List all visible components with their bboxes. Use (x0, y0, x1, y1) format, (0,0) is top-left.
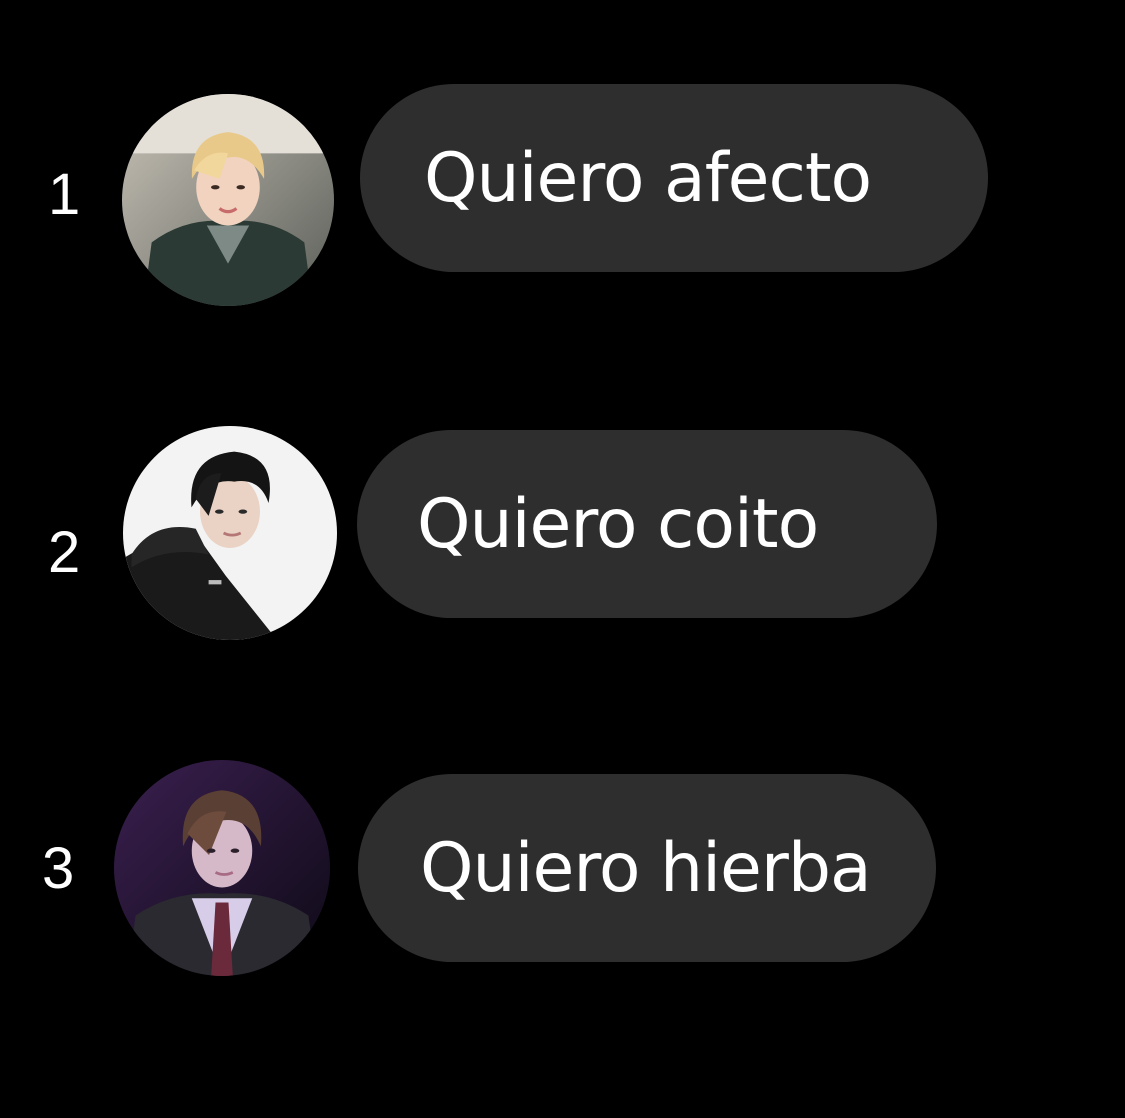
avatar-image (114, 760, 330, 976)
avatar (122, 94, 334, 306)
suggestion-number: 1 (48, 162, 81, 227)
avatar-image (122, 94, 334, 306)
suggestion-number: 3 (42, 836, 75, 901)
suggestion-bubble[interactable]: Quiero coito (357, 430, 937, 618)
avatar (114, 760, 330, 976)
suggestion-bubble[interactable]: Quiero afecto (360, 84, 988, 272)
suggestion-number: 2 (48, 520, 81, 585)
avatar (123, 426, 337, 640)
avatar-image (123, 426, 337, 640)
suggestion-bubble[interactable]: Quiero hierba (358, 774, 936, 962)
